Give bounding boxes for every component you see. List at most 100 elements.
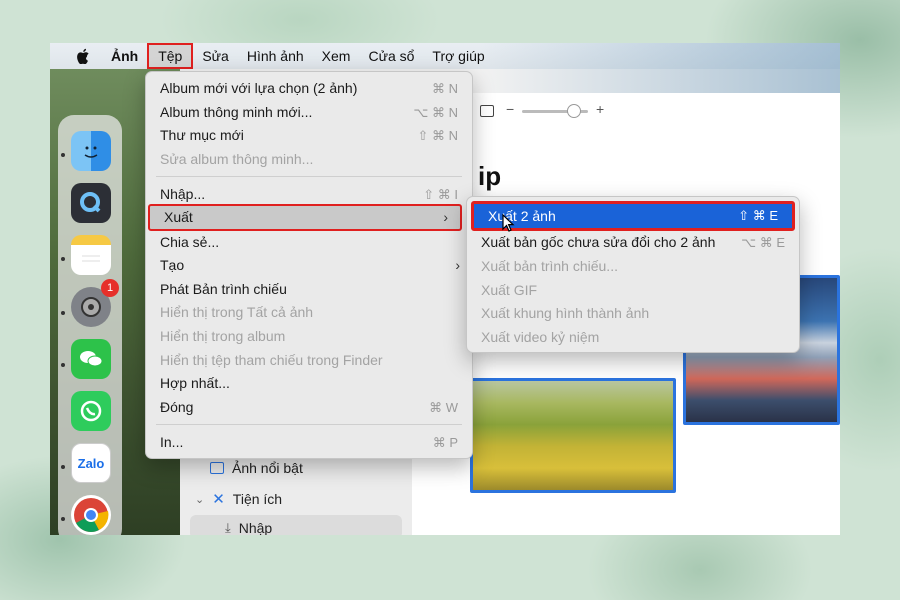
- mouse-cursor-icon: [502, 214, 515, 232]
- menu-bar: Ảnh Tệp Sửa Hình ảnh Xem Cửa sổ Trợ giúp: [50, 43, 840, 93]
- zoom-out-button[interactable]: −: [506, 101, 514, 117]
- zalo-icon[interactable]: Zalo: [71, 443, 111, 483]
- shortcut: ⌘ W: [429, 400, 458, 415]
- menu-item-label: Xuất bản gốc chưa sửa đổi cho 2 ảnh: [481, 234, 716, 250]
- menu-view[interactable]: Xem: [313, 43, 360, 69]
- menu-item-show-in-album: Hiển thị trong album: [146, 325, 472, 348]
- sidebar-item-label: Tiện ích: [232, 491, 283, 507]
- running-indicator: [61, 465, 65, 469]
- menu-item-new-folder[interactable]: Thư mục mới ⇧ ⌘ N: [146, 124, 472, 147]
- chevron-right-icon: ›: [443, 209, 448, 225]
- menu-window[interactable]: Cửa sổ: [359, 43, 423, 69]
- zoom-in-button[interactable]: +: [596, 101, 604, 117]
- shortcut: ⇧ ⌘ E: [738, 208, 778, 223]
- menu-item-print[interactable]: In... ⌘ P: [146, 431, 472, 454]
- chevron-right-icon: ›: [455, 257, 460, 273]
- chevron-down-icon[interactable]: ⌄: [195, 493, 204, 506]
- sidebar-item-import[interactable]: ⤓ Nhập: [225, 520, 272, 535]
- shortcut: ⇧ ⌘ N: [417, 128, 458, 143]
- menu-item-export-gif: Xuất GIF: [467, 279, 799, 302]
- menu-item-label: Hiển thị trong Tất cả ảnh: [160, 304, 314, 320]
- menu-item-share[interactable]: Chia sẻ...: [146, 231, 472, 254]
- quicktime-icon[interactable]: [71, 183, 111, 223]
- menu-item-export-originals[interactable]: Xuất bản gốc chưa sửa đổi cho 2 ảnh ⌥ ⌘ E: [467, 231, 799, 254]
- view-toggle-icon[interactable]: [480, 105, 494, 117]
- sidebar-selection: [190, 515, 402, 535]
- page-title: ip: [478, 161, 502, 191]
- menu-item-label: Album thông minh mới...: [160, 104, 313, 120]
- menu-edit[interactable]: Sửa: [193, 43, 238, 69]
- notification-badge: 1: [101, 279, 119, 297]
- sidebar-item-featured[interactable]: Ảnh nổi bật: [210, 460, 303, 476]
- menu-item-show-in-finder: Hiển thị tệp tham chiếu trong Finder: [146, 349, 472, 372]
- wallpaper-strip: [480, 43, 840, 93]
- menu-separator: [156, 176, 462, 177]
- photos-toolbar: − +: [472, 93, 840, 143]
- menu-item-label: Hợp nhất...: [160, 375, 230, 391]
- photo-icon: [210, 462, 224, 474]
- menu-item-label: Xuất khung hình thành ảnh: [481, 305, 650, 321]
- wechat-icon[interactable]: [71, 339, 111, 379]
- menu-item-label: Chia sẻ...: [160, 234, 220, 250]
- sidebar-item-utilities[interactable]: ⌄ ✕ Tiện ích: [195, 490, 282, 508]
- shortcut: ⇧ ⌘ I: [423, 187, 458, 202]
- shortcut: ⌥ ⌘ N: [413, 105, 458, 120]
- notes-icon[interactable]: [71, 235, 111, 275]
- menu-item-show-in-all-photos: Hiển thị trong Tất cả ảnh: [146, 301, 472, 324]
- zoom-slider-knob[interactable]: [567, 104, 581, 118]
- apple-icon[interactable]: [72, 48, 96, 64]
- menu-item-label: In...: [160, 434, 184, 450]
- chrome-icon[interactable]: [71, 495, 111, 535]
- screenshot-frame: − + ip Ảnh nổi bật ⌄ ✕ Tiện ích ⤓ Nhập 1…: [50, 43, 840, 535]
- import-icon: ⤓: [225, 520, 231, 535]
- menu-item-play-slideshow[interactable]: Phát Bản trình chiếu: [146, 278, 472, 301]
- menu-item-label: Sửa album thông minh...: [160, 151, 314, 167]
- menu-item-label: Xuất GIF: [481, 282, 538, 298]
- menu-item-label: Hiển thị trong album: [160, 328, 286, 344]
- menu-item-label: Thư mục mới: [160, 127, 244, 143]
- menu-item-export-memory-video: Xuất video kỷ niệm: [467, 326, 799, 349]
- menu-item-new-smart-album[interactable]: Album thông minh mới... ⌥ ⌘ N: [146, 101, 472, 124]
- menu-item-edit-smart-album: Sửa album thông minh...: [146, 148, 472, 171]
- running-indicator: [61, 363, 65, 367]
- menu-image[interactable]: Hình ảnh: [238, 43, 313, 69]
- menu-item-label: Xuất bản trình chiếu...: [481, 258, 618, 274]
- menu-item-export[interactable]: Xuất ›: [148, 204, 462, 231]
- menu-item-label: Hiển thị tệp tham chiếu trong Finder: [160, 352, 383, 368]
- menu-item-close[interactable]: Đóng ⌘ W: [146, 396, 472, 419]
- file-menu: Album mới với lựa chọn (2 ảnh) ⌘ N Album …: [145, 71, 473, 459]
- menu-item-new-album[interactable]: Album mới với lựa chọn (2 ảnh) ⌘ N: [146, 77, 472, 100]
- menu-item-export-slideshow: Xuất bản trình chiếu...: [467, 255, 799, 278]
- zalo-label: Zalo: [77, 455, 105, 471]
- menu-item-create[interactable]: Tạo ›: [146, 254, 472, 277]
- shortcut: ⌥ ⌘ E: [741, 235, 785, 250]
- finder-icon[interactable]: [71, 131, 111, 171]
- menu-item-label: Nhập...: [160, 186, 206, 202]
- photo-thumbnail-terraces[interactable]: [470, 378, 676, 493]
- running-indicator: [61, 517, 65, 521]
- menu-file[interactable]: Tệp: [147, 43, 194, 69]
- zoom-slider-track[interactable]: [522, 104, 588, 118]
- menu-item-label: Tạo: [160, 257, 185, 273]
- menu-app[interactable]: Ảnh: [102, 43, 147, 69]
- sidebar-item-label: Nhập: [238, 520, 273, 535]
- shortcut: ⌘ P: [432, 435, 458, 450]
- system-settings-icon[interactable]: 1: [71, 279, 119, 327]
- menu-item-export-frame: Xuất khung hình thành ảnh: [467, 302, 799, 325]
- running-indicator: [61, 257, 65, 261]
- menu-item-label: Xuất 2 ảnh: [488, 208, 556, 224]
- menu-item-label: Đóng: [160, 399, 194, 415]
- menu-item-import[interactable]: Nhập... ⇧ ⌘ I: [146, 183, 472, 206]
- shortcut: ⌘ N: [432, 81, 458, 96]
- menu-item-label: Album mới với lựa chọn (2 ảnh): [160, 80, 358, 96]
- menu-item-export-photos[interactable]: Xuất 2 ảnh ⇧ ⌘ E: [471, 201, 795, 231]
- menu-item-label: Xuất: [164, 209, 193, 225]
- whatsapp-icon[interactable]: [71, 391, 111, 431]
- running-indicator: [61, 311, 65, 315]
- dock: 1 Zalo: [58, 115, 122, 535]
- running-indicator: [61, 153, 65, 157]
- menu-item-merge[interactable]: Hợp nhất...: [146, 372, 472, 395]
- export-submenu: Xuất 2 ảnh ⇧ ⌘ E Xuất bản gốc chưa sửa đổ…: [466, 196, 800, 353]
- menu-item-label: Phát Bản trình chiếu: [160, 281, 287, 297]
- menu-item-label: Xuất video kỷ niệm: [481, 329, 600, 345]
